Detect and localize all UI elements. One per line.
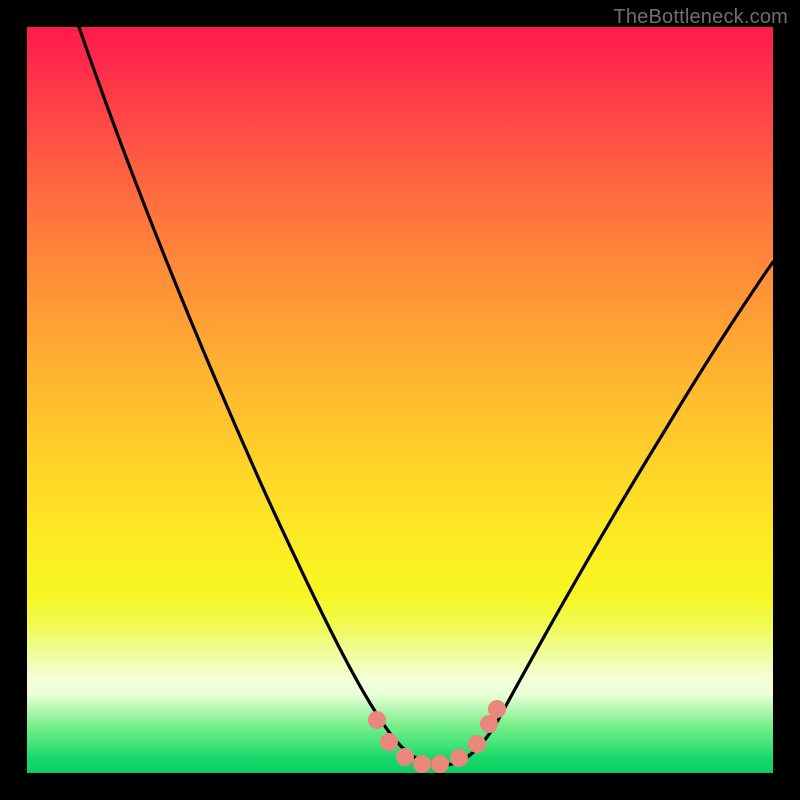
plot-area bbox=[27, 27, 773, 773]
watermark-text: TheBottleneck.com bbox=[613, 6, 788, 29]
curve-layer bbox=[27, 27, 773, 773]
highlight-dots bbox=[368, 700, 506, 773]
chart-frame: TheBottleneck.com bbox=[0, 0, 800, 800]
bottleneck-curve bbox=[79, 27, 773, 765]
